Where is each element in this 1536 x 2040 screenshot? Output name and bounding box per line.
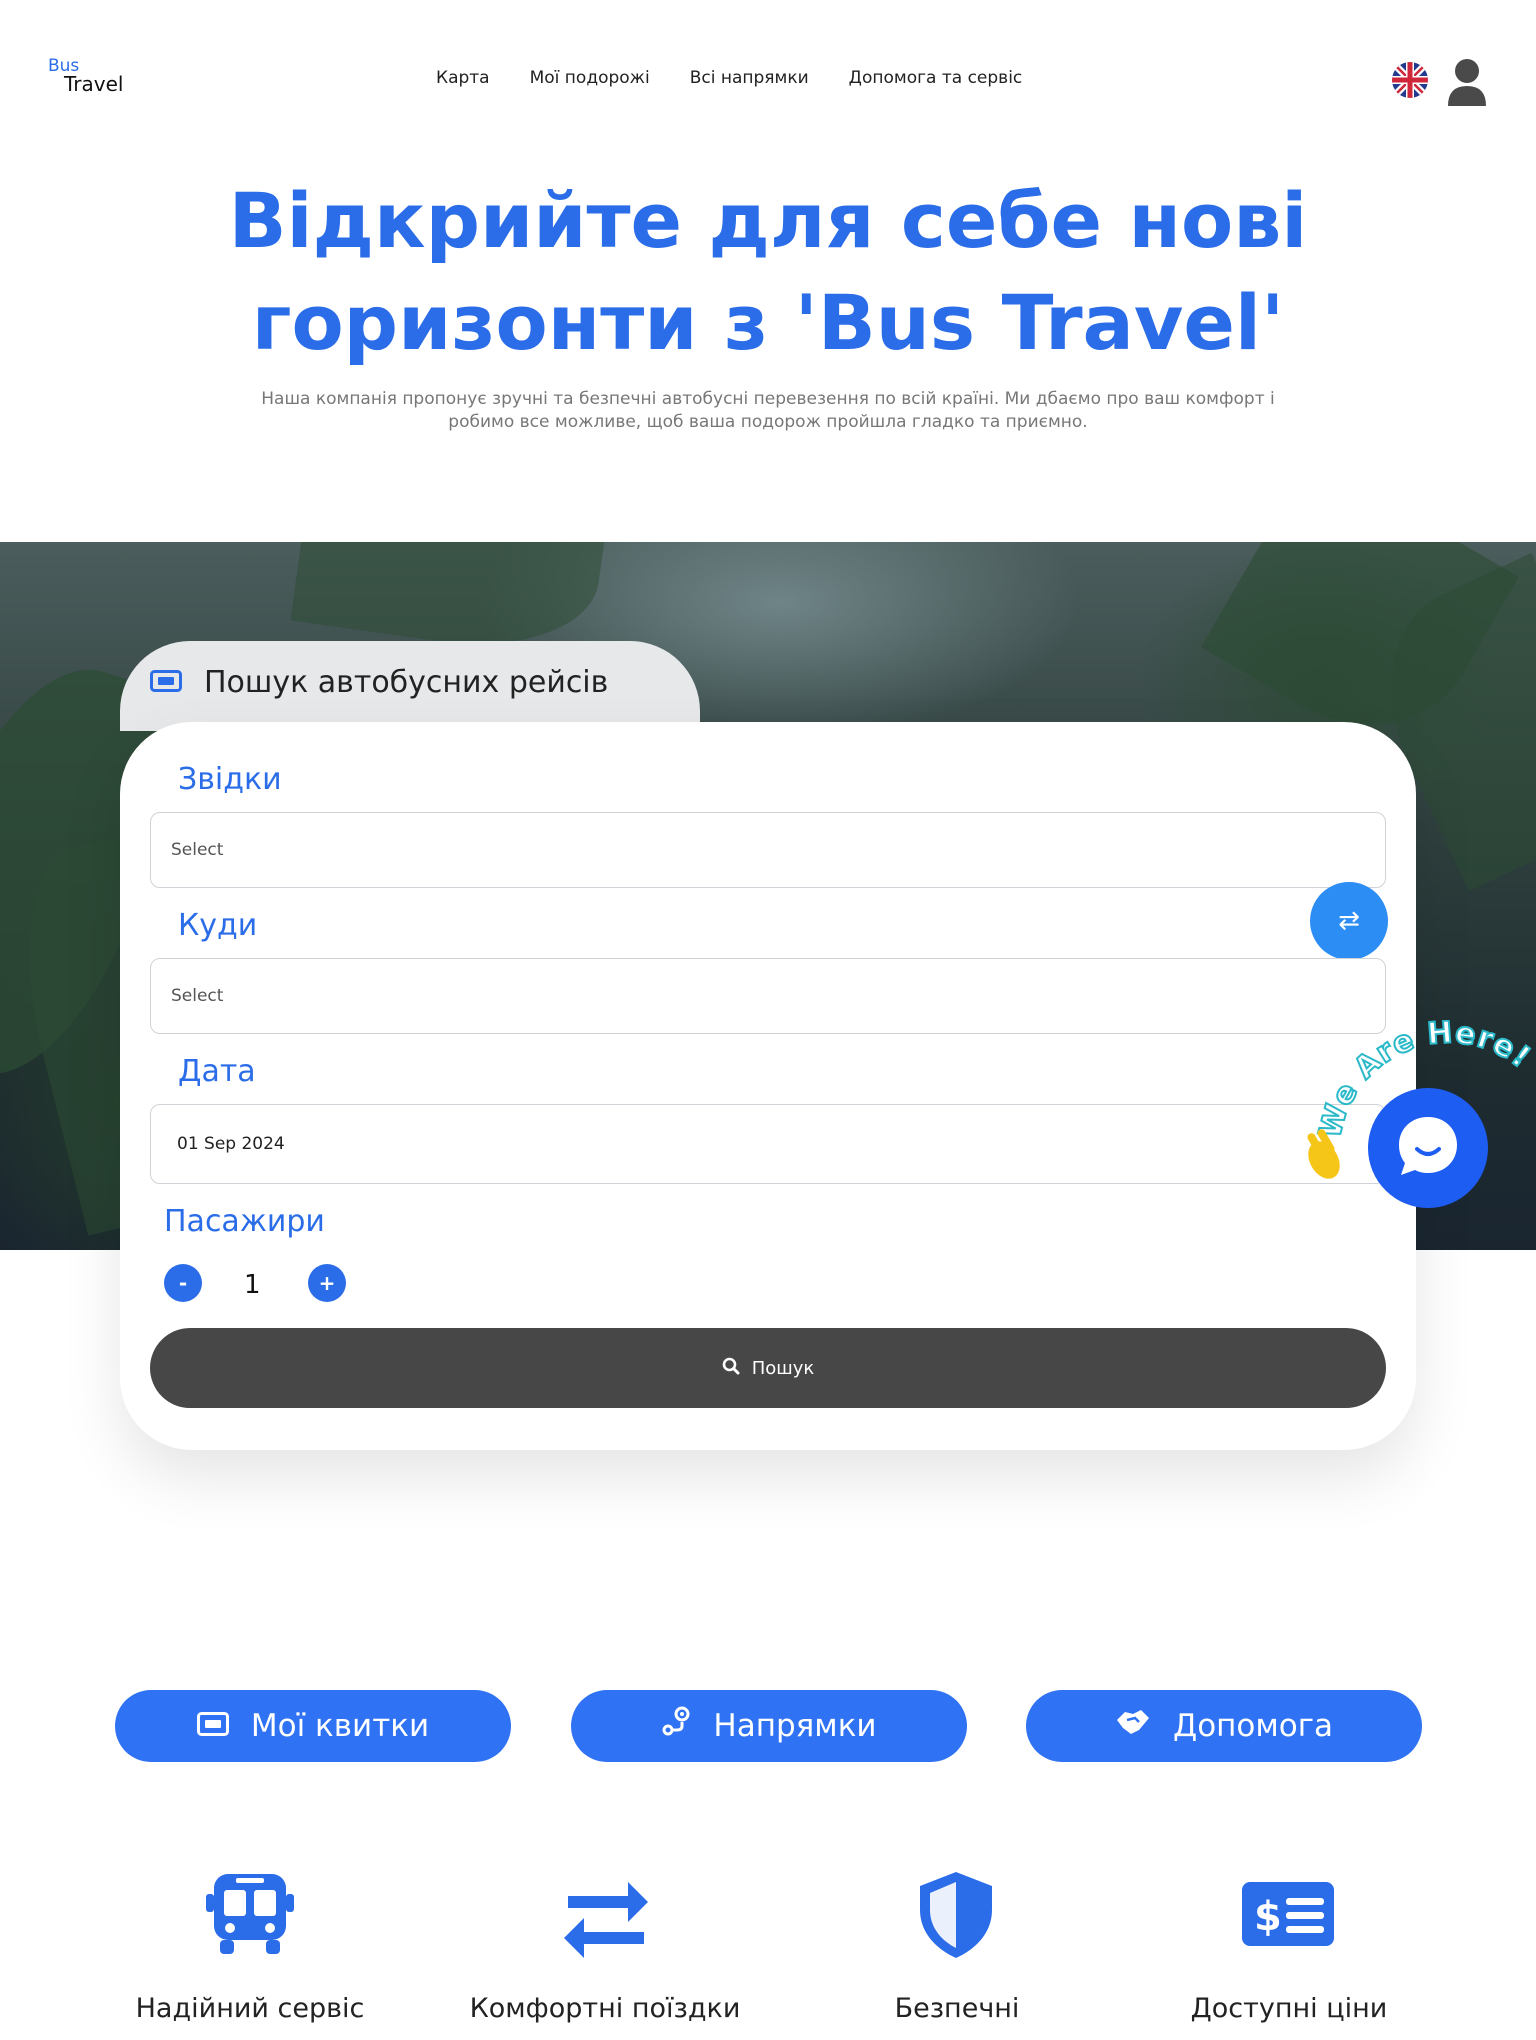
hero-subtitle-line2: робимо все можливе, щоб ваша подорож про…	[448, 412, 1088, 432]
help-label: Допомога	[1172, 1708, 1334, 1744]
logo-bottom-text: Travel	[64, 72, 124, 96]
search-icon	[722, 1357, 740, 1380]
from-select[interactable]: Select	[150, 812, 1386, 888]
chat-open-button[interactable]	[1368, 1088, 1488, 1208]
nav-item-all-directions[interactable]: Всі напрямки	[690, 68, 809, 88]
exchange-icon	[558, 1866, 654, 1962]
search-button[interactable]: Пошук	[150, 1328, 1386, 1408]
date-input[interactable]: 01 Sep 2024	[150, 1104, 1386, 1184]
site-header: Bus Travel Карта Мої подорожі Всі напрям…	[0, 0, 1536, 160]
ticket-icon	[196, 1708, 229, 1744]
hero-title: Відкрийте для себе нові горизонти з 'Bus…	[0, 170, 1536, 374]
help-button[interactable]: Допомога	[1026, 1690, 1422, 1762]
nav-item-my-trips[interactable]: Мої подорожі	[530, 68, 650, 88]
search-tab: Пошук автобусних рейсів	[120, 641, 700, 731]
chat-bubble-icon	[1393, 1111, 1463, 1185]
search-form-card: Звідки Select ⇄ Куди Select Дата 01 Sep …	[120, 722, 1416, 1450]
money-icon: $	[1240, 1866, 1336, 1962]
directions-button[interactable]: Напрямки	[571, 1690, 967, 1762]
passengers-label: Пасажири	[164, 1204, 325, 1239]
shield-icon	[908, 1866, 1004, 1962]
passengers-decrement-button[interactable]: -	[164, 1264, 202, 1302]
route-icon	[661, 1706, 691, 1746]
my-tickets-label: Мої квитки	[250, 1708, 430, 1744]
search-button-label: Пошук	[751, 1357, 815, 1379]
directions-label: Напрямки	[713, 1708, 877, 1744]
nav-item-map[interactable]: Карта	[436, 68, 490, 88]
swap-direction-button[interactable]: ⇄	[1310, 882, 1388, 960]
feature-label-safe: Безпечні	[894, 1993, 1020, 2024]
passengers-count: 1	[244, 1270, 261, 1300]
to-label: Куди	[178, 908, 258, 943]
hero-subtitle: Наша компанія пропонує зручні та безпечн…	[180, 388, 1356, 434]
user-icon[interactable]	[1446, 58, 1488, 106]
uk-flag-icon[interactable]	[1392, 62, 1428, 98]
hero-title-line2: горизонти з 'Bus Travel'	[251, 278, 1285, 367]
handshake-icon	[1115, 1708, 1151, 1744]
date-label: Дата	[178, 1054, 256, 1089]
ticket-icon	[150, 669, 182, 696]
logo[interactable]: Bus Travel	[48, 58, 124, 96]
bus-icon	[202, 1866, 298, 1962]
my-tickets-button[interactable]: Мої квитки	[115, 1690, 511, 1762]
hero-subtitle-line1: Наша компанія пропонує зручні та безпечн…	[261, 389, 1275, 409]
passengers-increment-button[interactable]: +	[308, 1264, 346, 1302]
feature-label-comfort: Комфортні поїздки	[469, 1993, 741, 2024]
from-label: Звідки	[178, 762, 282, 797]
nav-item-help[interactable]: Допомога та сервіс	[849, 68, 1023, 88]
svg-text:$: $	[1254, 1894, 1282, 1940]
feature-label-affordable: Доступні ціни	[1190, 1993, 1388, 2024]
search-tab-title: Пошук автобусних рейсів	[204, 665, 609, 700]
feature-label-reliable: Надійний сервіс	[135, 1993, 365, 2024]
hero-title-line1: Відкрийте для себе нові	[228, 176, 1308, 265]
to-select[interactable]: Select	[150, 958, 1386, 1034]
main-nav: Карта Мої подорожі Всі напрямки Допомога…	[436, 68, 1022, 88]
